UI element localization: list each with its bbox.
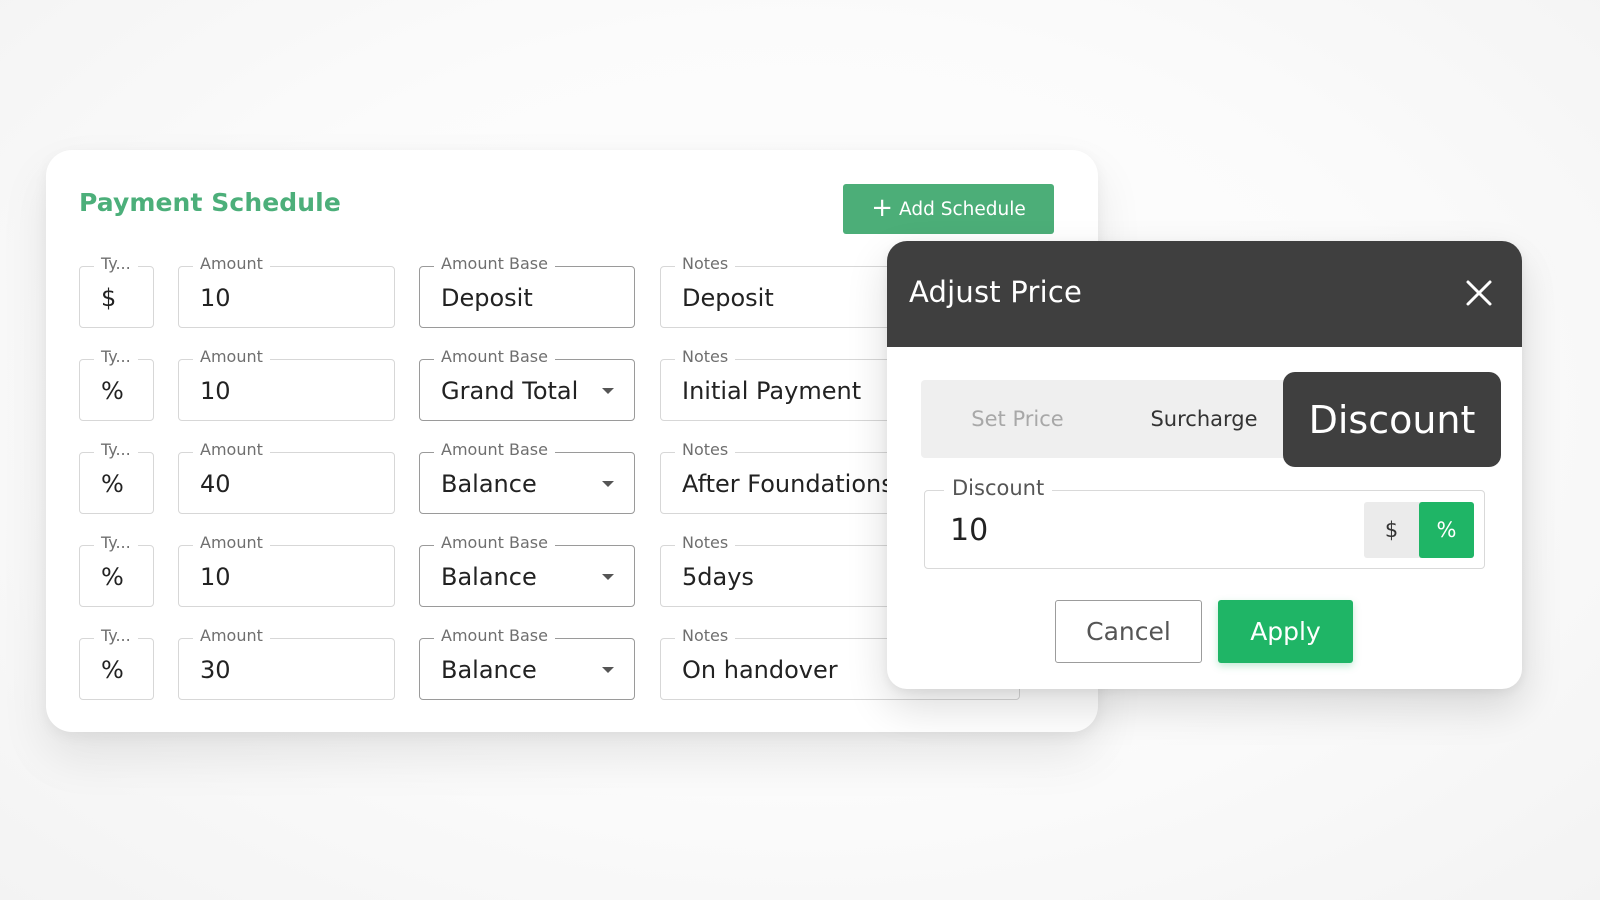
amount-field-value: 10 [200, 284, 231, 312]
percent-unit-button[interactable]: % [1419, 502, 1474, 558]
amount-field-value: 10 [200, 377, 231, 405]
type-field-label: Ty... [94, 347, 138, 366]
discount-field-label: Discount [944, 476, 1053, 500]
type-field[interactable]: Ty... % [79, 347, 154, 421]
amount-base-field-label: Amount Base [434, 533, 555, 552]
close-icon[interactable] [1462, 276, 1496, 310]
amount-base-select[interactable]: Amount Base Balance [419, 440, 635, 514]
amount-field-value: 30 [200, 656, 231, 684]
type-field-label: Ty... [94, 440, 138, 459]
notes-field-value: 5days [682, 563, 754, 591]
amount-field[interactable]: Amount 10 [178, 254, 395, 328]
chevron-down-icon [602, 574, 614, 580]
price-mode-tabs: Set Price Surcharge Discount [921, 372, 1501, 467]
amount-field-value: 40 [200, 470, 231, 498]
amount-base-field-value: Deposit [441, 284, 533, 312]
type-field[interactable]: Ty... % [79, 440, 154, 514]
amount-base-field-label: Amount Base [434, 254, 555, 273]
payment-schedule-title: Payment Schedule [79, 188, 341, 217]
type-field[interactable]: Ty... $ [79, 254, 154, 328]
amount-field-value: 10 [200, 563, 231, 591]
type-field-value: % [101, 656, 124, 684]
type-field[interactable]: Ty... % [79, 533, 154, 607]
apply-button[interactable]: Apply [1218, 600, 1353, 663]
amount-field[interactable]: Amount 40 [178, 440, 395, 514]
amount-base-field-value: Grand Total [441, 377, 579, 405]
unit-toggle: $ % [1364, 502, 1474, 558]
discount-field-value[interactable]: 10 [950, 513, 988, 548]
amount-field[interactable]: Amount 10 [178, 533, 395, 607]
type-field[interactable]: Ty... % [79, 626, 154, 700]
amount-base-field-label: Amount Base [434, 440, 555, 459]
discount-field[interactable]: Discount 10 $ % [924, 476, 1485, 569]
type-field-value: % [101, 470, 124, 498]
amount-base-field-value: Balance [441, 656, 537, 684]
dialog-title: Adjust Price [909, 275, 1083, 309]
type-field-value: % [101, 377, 124, 405]
plus-icon: + [871, 193, 894, 223]
tab-discount[interactable]: Discount [1283, 372, 1501, 467]
chevron-down-icon [602, 481, 614, 487]
amount-field-label: Amount [193, 533, 270, 552]
amount-field-label: Amount [193, 626, 270, 645]
tab-surcharge[interactable]: Surcharge [1114, 380, 1294, 458]
notes-field-value: On handover [682, 656, 838, 684]
stage: Payment Schedule + Add Schedule Ty... $ … [0, 0, 1600, 900]
type-field-label: Ty... [94, 533, 138, 552]
amount-field[interactable]: Amount 10 [178, 347, 395, 421]
notes-field-value: Initial Payment [682, 377, 862, 405]
notes-field-label: Notes [675, 347, 736, 366]
add-schedule-button[interactable]: + Add Schedule [843, 184, 1054, 234]
notes-field-value: After Foundations [682, 470, 894, 498]
amount-base-field-value: Balance [441, 470, 537, 498]
amount-base-select[interactable]: Amount Base Balance [419, 533, 635, 607]
add-schedule-label: Add Schedule [899, 198, 1026, 220]
amount-base-select[interactable]: Amount Base Balance [419, 626, 635, 700]
chevron-down-icon [602, 388, 614, 394]
amount-base-field-label: Amount Base [434, 347, 555, 366]
amount-base-field-value: Balance [441, 563, 537, 591]
amount-field-label: Amount [193, 347, 270, 366]
chevron-down-icon [602, 667, 614, 673]
amount-base-field[interactable]: Amount Base Deposit [419, 254, 635, 328]
amount-field-label: Amount [193, 254, 270, 273]
cancel-button[interactable]: Cancel [1055, 600, 1202, 663]
notes-field-label: Notes [675, 440, 736, 459]
notes-field-label: Notes [675, 626, 736, 645]
type-field-value: % [101, 563, 124, 591]
notes-field-value: Deposit [682, 284, 774, 312]
dollar-unit-button[interactable]: $ [1364, 502, 1419, 558]
type-field-label: Ty... [94, 626, 138, 645]
dialog-header: Adjust Price [887, 241, 1522, 347]
tab-set-price[interactable]: Set Price [921, 380, 1114, 458]
amount-base-field-label: Amount Base [434, 626, 555, 645]
type-field-label: Ty... [94, 254, 138, 273]
type-field-value: $ [101, 284, 117, 312]
amount-base-select[interactable]: Amount Base Grand Total [419, 347, 635, 421]
adjust-price-dialog: Adjust Price Set Price Surcharge Discoun… [887, 241, 1522, 689]
amount-field-label: Amount [193, 440, 270, 459]
amount-field[interactable]: Amount 30 [178, 626, 395, 700]
notes-field-label: Notes [675, 533, 736, 552]
notes-field-label: Notes [675, 254, 736, 273]
